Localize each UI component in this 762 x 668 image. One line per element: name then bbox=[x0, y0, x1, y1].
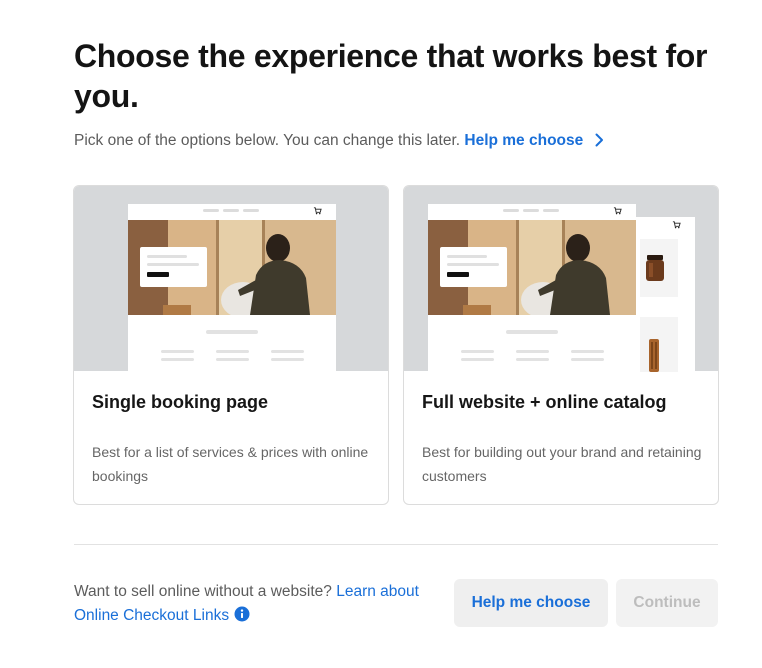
booking-popup bbox=[140, 247, 207, 287]
hero-photo bbox=[428, 220, 636, 315]
continue-button[interactable]: Continue bbox=[616, 579, 718, 627]
site-mockup bbox=[128, 204, 336, 372]
choose-experience-page: Choose the experience that works best fo… bbox=[0, 0, 762, 668]
help-me-choose-link-label: Help me choose bbox=[464, 132, 584, 149]
cart-icon bbox=[613, 207, 622, 215]
catalog-mockup bbox=[635, 217, 695, 372]
page-subtitle: Pick one of the options below. You can c… bbox=[74, 132, 607, 150]
option-description: Best for building out your brand and ret… bbox=[422, 444, 702, 484]
site-mockup bbox=[428, 204, 636, 372]
option-card-single-booking-page[interactable]: Single booking page Best for a list of s… bbox=[73, 185, 389, 505]
footer-divider bbox=[74, 544, 718, 545]
product-jar-image bbox=[646, 255, 664, 281]
website-and-catalog-preview bbox=[404, 186, 718, 372]
product-comb-image bbox=[649, 339, 659, 372]
footer-text: Want to sell online without a website? bbox=[74, 583, 332, 600]
option-card-full-website-catalog[interactable]: Full website + online catalog Best for b… bbox=[403, 185, 719, 505]
help-me-choose-button[interactable]: Help me choose bbox=[454, 579, 608, 627]
cart-icon bbox=[672, 221, 681, 229]
subtitle-text: Pick one of the options below. You can c… bbox=[74, 132, 461, 149]
info-icon[interactable] bbox=[234, 606, 250, 622]
booking-popup bbox=[440, 247, 507, 287]
page-title: Choose the experience that works best fo… bbox=[74, 38, 708, 114]
help-me-choose-link[interactable]: Help me choose bbox=[464, 132, 607, 149]
chevron-right-icon bbox=[595, 133, 604, 147]
cart-icon bbox=[313, 207, 322, 215]
footer-message: Want to sell online without a website? L… bbox=[74, 580, 454, 628]
hero-photo bbox=[128, 220, 336, 315]
option-title: Single booking page bbox=[92, 392, 269, 412]
option-description: Best for a list of services & prices wit… bbox=[92, 444, 369, 484]
single-page-site-preview bbox=[74, 186, 388, 372]
option-title: Full website + online catalog bbox=[422, 392, 667, 412]
